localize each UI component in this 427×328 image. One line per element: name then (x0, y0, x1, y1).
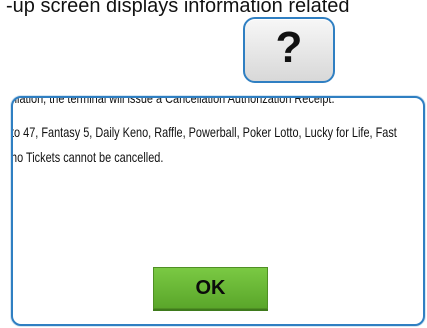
ok-button-label: OK (195, 276, 226, 299)
message-dialog: ncellation, the terminal will issue a Ca… (11, 96, 425, 326)
dialog-line-note: no Tickets cannot be cancelled. (11, 149, 164, 165)
question-mark-icon: ? (275, 23, 303, 72)
header-text: -up screen displays information related (6, 0, 350, 17)
dialog-line-cancellation: ncellation, the terminal will issue a Ca… (11, 96, 335, 106)
help-badge[interactable]: ? (243, 17, 335, 83)
dialog-line-games: to 47, Fantasy 5, Daily Keno, Raffle, Po… (11, 124, 397, 140)
ok-button[interactable]: OK (153, 267, 268, 309)
